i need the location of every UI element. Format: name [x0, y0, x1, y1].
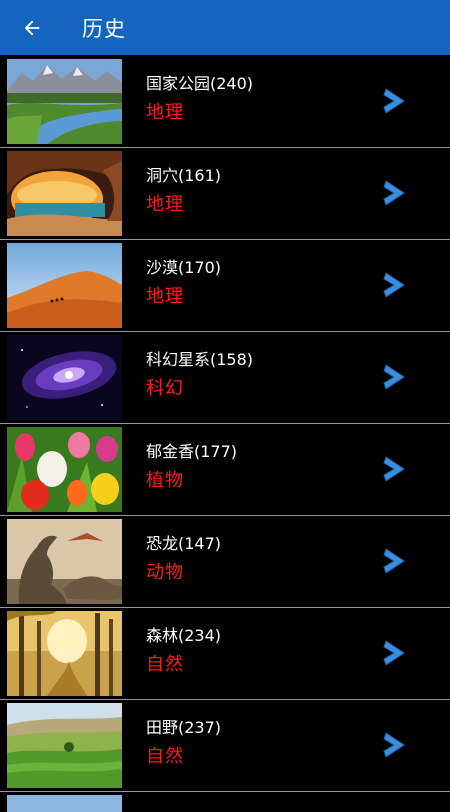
- page-title: 历史: [82, 16, 126, 41]
- arrow-left-icon: [24, 20, 40, 35]
- item-name: 国家公园(240): [146, 74, 254, 93]
- item-category: 自然: [146, 654, 184, 675]
- chevron-right-icon[interactable]: [380, 454, 410, 484]
- item-category: 地理: [146, 194, 184, 215]
- item-category: 地理: [146, 102, 184, 123]
- category-list: 国家公园(240) 地理 洞穴(161) 地理 沙漠(170) 地理 科幻星系(…: [0, 56, 450, 812]
- item-category: 科幻: [146, 378, 184, 399]
- list-item[interactable]: 沙漠(170) 地理: [0, 240, 450, 332]
- chevron-right-icon[interactable]: [380, 86, 410, 116]
- thumbnail-galaxy: [7, 335, 122, 420]
- chevron-right-icon[interactable]: [380, 546, 410, 576]
- chevron-right-icon[interactable]: [380, 270, 410, 300]
- item-name: 洞穴(161): [146, 166, 222, 185]
- list-item-partial[interactable]: [0, 792, 450, 812]
- thumbnail-forest: [7, 611, 122, 696]
- item-name: 恐龙(147): [146, 534, 222, 553]
- item-name: 田野(237): [146, 718, 222, 737]
- app-bar: 历史: [0, 0, 450, 55]
- back-button[interactable]: [0, 0, 64, 55]
- chevron-right-icon[interactable]: [380, 638, 410, 668]
- thumbnail-field: [7, 703, 122, 788]
- list-item[interactable]: 田野(237) 自然: [0, 700, 450, 792]
- item-name: 森林(234): [146, 626, 222, 645]
- list-item[interactable]: 国家公园(240) 地理: [0, 56, 450, 148]
- thumbnail-cave: [7, 151, 122, 236]
- thumbnail-desert: [7, 243, 122, 328]
- chevron-right-icon[interactable]: [380, 730, 410, 760]
- item-category: 地理: [146, 286, 184, 307]
- chevron-right-icon[interactable]: [380, 362, 410, 392]
- chevron-right-icon[interactable]: [380, 178, 410, 208]
- thumbnail-partial: [7, 795, 122, 812]
- list-item[interactable]: 洞穴(161) 地理: [0, 148, 450, 240]
- item-name: 科幻星系(158): [146, 350, 254, 369]
- item-name: 沙漠(170): [146, 258, 222, 277]
- item-name: 郁金香(177): [146, 442, 238, 461]
- item-category: 动物: [146, 562, 184, 583]
- list-item[interactable]: 郁金香(177) 植物: [0, 424, 450, 516]
- thumbnail-dinosaur: [7, 519, 122, 604]
- thumbnail-tulips: [7, 427, 122, 512]
- item-category: 自然: [146, 746, 184, 767]
- list-item[interactable]: 恐龙(147) 动物: [0, 516, 450, 608]
- list-item[interactable]: 科幻星系(158) 科幻: [0, 332, 450, 424]
- thumbnail-national-park: [7, 59, 122, 144]
- item-category: 植物: [146, 470, 184, 491]
- list-item[interactable]: 森林(234) 自然: [0, 608, 450, 700]
